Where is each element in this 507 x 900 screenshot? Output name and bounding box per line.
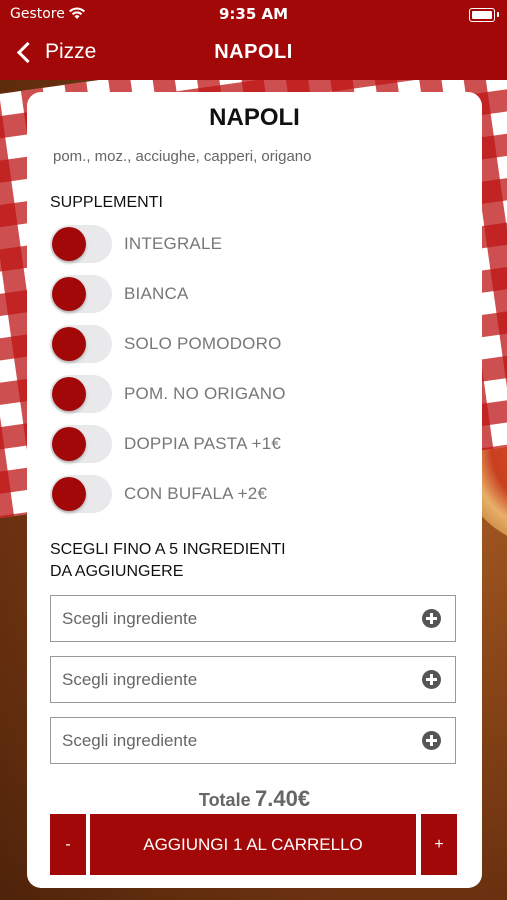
ingredient-picker[interactable]: Scegli ingrediente (50, 656, 456, 703)
toggle-knob (52, 477, 86, 511)
toggle-knob (52, 227, 86, 261)
increase-quantity-button[interactable]: + (421, 814, 457, 875)
navigation-bar: Pizze NAPOLI (0, 28, 507, 80)
toggle-knob (52, 277, 86, 311)
ingredients-title-line: DA AGGIUNGERE (50, 563, 184, 580)
supplement-label: SOLO POMODORO (124, 334, 282, 353)
supplement-row: INTEGRALE (50, 225, 470, 265)
toggle-knob (52, 427, 86, 461)
product-card: NAPOLI pom., moz., acciughe, capperi, or… (27, 92, 482, 888)
supplement-label: DOPPIA PASTA +1€ (124, 434, 282, 453)
supplement-toggle[interactable] (50, 425, 112, 463)
supplement-row: POM. NO ORIGANO (50, 375, 470, 415)
ingredient-picker[interactable]: Scegli ingrediente (50, 595, 456, 642)
battery-icon (469, 8, 499, 22)
supplement-label: CON BUFALA +2€ (124, 484, 268, 503)
decrease-quantity-button[interactable]: - (50, 814, 86, 875)
supplement-toggle[interactable] (50, 275, 112, 313)
supplement-row: DOPPIA PASTA +1€ (50, 425, 470, 465)
add-circle-icon[interactable] (422, 609, 441, 628)
supplement-row: CON BUFALA +2€ (50, 475, 470, 515)
total-amount: 7.40€ (255, 786, 311, 811)
ingredient-picker[interactable]: Scegli ingrediente (50, 717, 456, 764)
supplement-row: SOLO POMODORO (50, 325, 470, 365)
status-bar: Gestore 9:35 AM (0, 0, 507, 28)
ingredients-title-line: SCEGLI FINO A 5 INGREDIENTI (50, 541, 286, 558)
add-to-cart-button[interactable]: AGGIUNGI 1 AL CARRELLO (90, 814, 416, 875)
supplement-label: INTEGRALE (124, 234, 223, 253)
supplement-toggle[interactable] (50, 475, 112, 513)
ingredient-placeholder: Scegli ingrediente (62, 670, 198, 689)
status-time: 9:35 AM (218, 5, 289, 23)
product-title: NAPOLI (209, 104, 300, 131)
supplement-toggle[interactable] (50, 325, 112, 363)
product-description: pom., moz., acciughe, capperi, origano (53, 148, 312, 165)
toggle-knob (52, 327, 86, 361)
toggle-knob (52, 377, 86, 411)
supplement-toggle[interactable] (50, 225, 112, 263)
supplement-toggle[interactable] (50, 375, 112, 413)
ingredient-placeholder: Scegli ingrediente (62, 609, 198, 628)
supplement-row: BIANCA (50, 275, 470, 315)
supplements-title: SUPPLEMENTI (50, 194, 163, 211)
supplement-label: POM. NO ORIGANO (124, 384, 286, 403)
add-circle-icon[interactable] (422, 731, 441, 750)
total-price: Totale 7.40€ (27, 786, 482, 812)
ingredients-title: SCEGLI FINO A 5 INGREDIENTI DA AGGIUNGER… (50, 539, 286, 583)
supplement-label: BIANCA (124, 284, 189, 303)
add-circle-icon[interactable] (422, 670, 441, 689)
ingredient-placeholder: Scegli ingrediente (62, 731, 198, 750)
total-label: Totale (198, 790, 251, 810)
nav-title: NAPOLI (214, 41, 293, 63)
